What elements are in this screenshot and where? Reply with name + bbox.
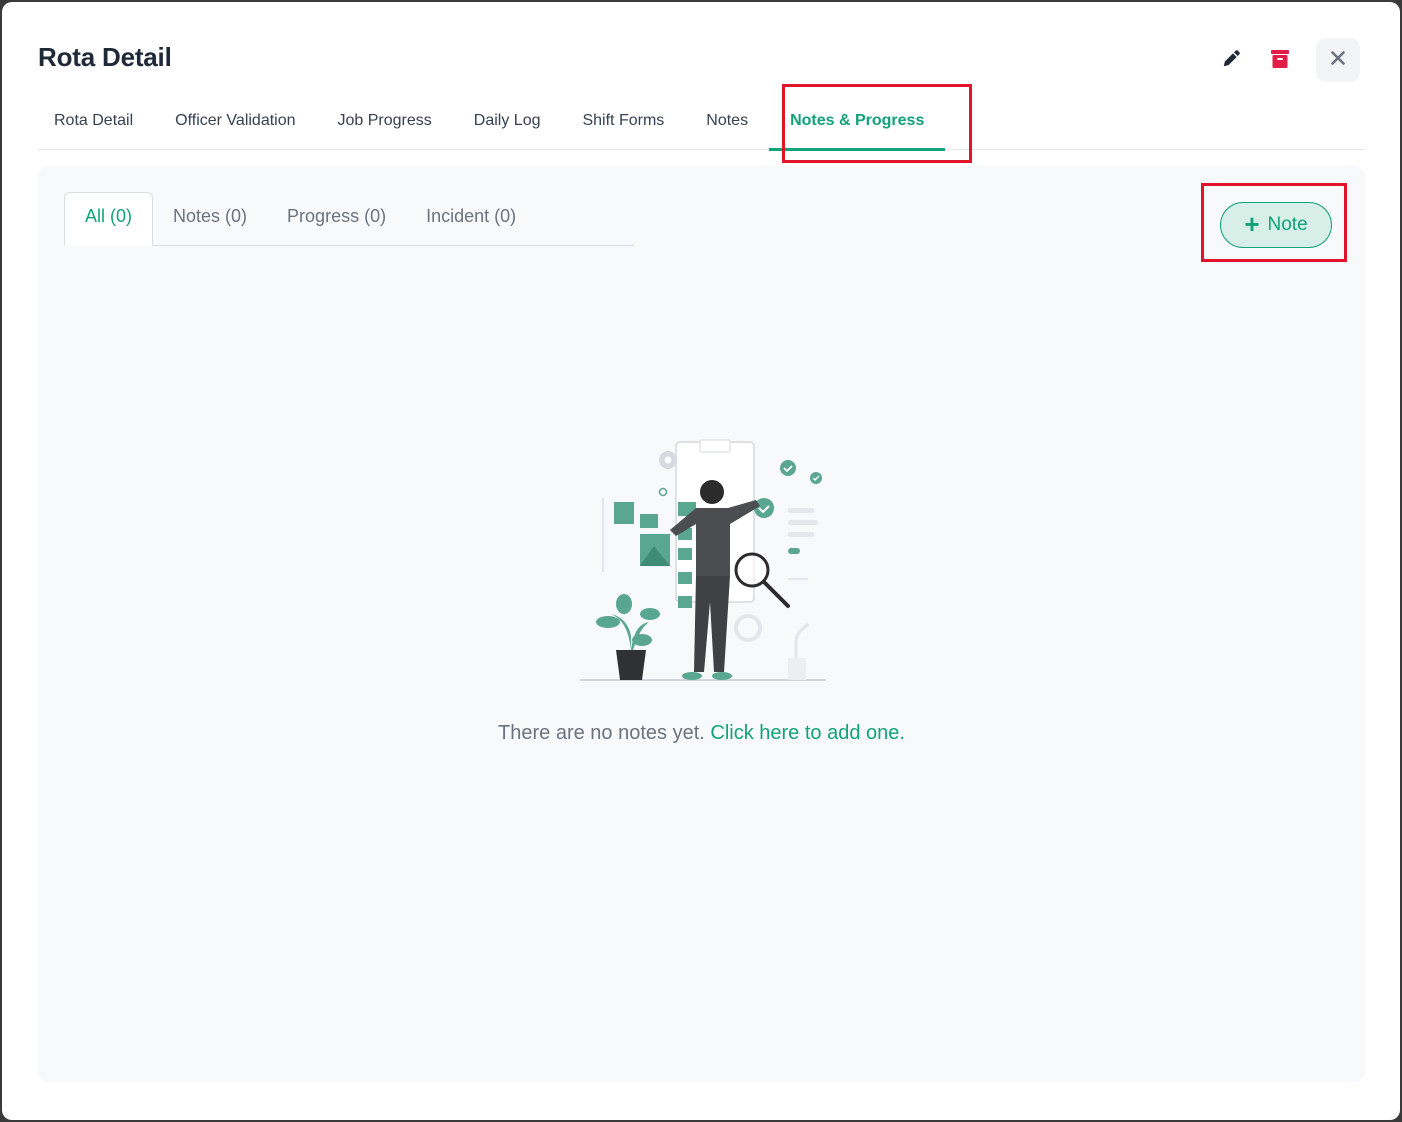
edit-button[interactable]	[1210, 38, 1254, 82]
empty-state-message: There are no notes yet. Click here to ad…	[38, 722, 1365, 745]
add-note-label: Note	[1267, 214, 1308, 235]
subtab-progress[interactable]: Progress (0)	[267, 192, 406, 246]
tab-daily-log[interactable]: Daily Log	[453, 98, 562, 150]
sub-tab-bar: All (0) Notes (0) Progress (0) Incident …	[64, 192, 634, 246]
tab-officer-validation[interactable]: Officer Validation	[154, 98, 316, 150]
subtab-incident[interactable]: Incident (0)	[406, 192, 536, 246]
tab-notes[interactable]: Notes	[685, 98, 769, 150]
plus-icon: +	[1244, 209, 1260, 239]
close-button[interactable]	[1316, 38, 1360, 82]
tab-shift-forms[interactable]: Shift Forms	[561, 98, 685, 150]
add-note-link[interactable]: Click here to add one.	[710, 722, 905, 744]
rota-detail-modal: Rota Detail Rota Detail Officer Validati…	[2, 2, 1400, 1120]
subtab-notes[interactable]: Notes (0)	[153, 192, 267, 246]
header-actions	[1210, 38, 1360, 82]
close-icon	[1331, 50, 1345, 70]
add-note-button[interactable]: + Note	[1220, 202, 1332, 248]
modal-title: Rota Detail	[38, 42, 172, 72]
empty-state-illustration	[578, 436, 828, 682]
tab-job-progress[interactable]: Job Progress	[317, 98, 453, 150]
tab-rota-detail[interactable]: Rota Detail	[38, 98, 154, 150]
pencil-icon	[1221, 47, 1243, 74]
main-tab-bar: Rota Detail Officer Validation Job Progr…	[38, 98, 1365, 151]
empty-state-text: There are no notes yet.	[498, 722, 705, 744]
delete-button[interactable]	[1258, 38, 1302, 82]
subtab-all[interactable]: All (0)	[64, 192, 154, 246]
notes-panel: All (0) Notes (0) Progress (0) Incident …	[38, 166, 1365, 1082]
tab-notes-and-progress[interactable]: Notes & Progress	[769, 98, 946, 151]
trash-icon	[1270, 47, 1290, 74]
